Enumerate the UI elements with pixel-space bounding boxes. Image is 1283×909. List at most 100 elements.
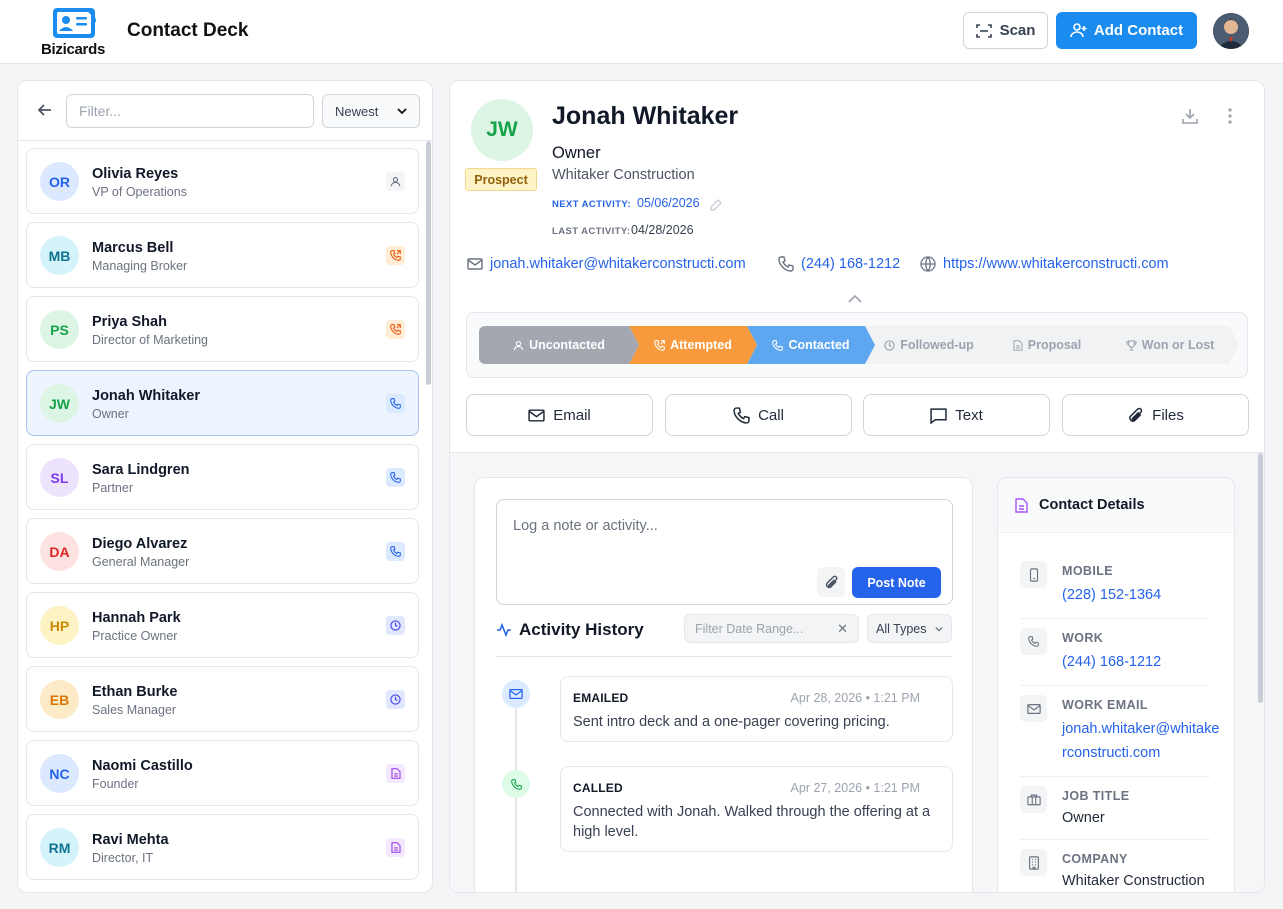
pipeline-stage-won-or-lost[interactable]: Won or Lost	[1101, 326, 1239, 364]
sort-select[interactable]: Newest	[322, 94, 420, 128]
phone-outgoing-icon	[386, 320, 405, 339]
email-button[interactable]: Email	[466, 394, 653, 436]
type-filter-value: All Types	[876, 621, 927, 636]
collapse-chevron-icon[interactable]	[848, 291, 862, 309]
list-scrollbar[interactable]	[426, 141, 431, 385]
edit-icon[interactable]	[710, 198, 722, 216]
profile-website-link[interactable]: https://www.whitakerconstructi.com	[920, 256, 1169, 272]
pipeline-stage-contacted[interactable]: Contacted	[747, 326, 875, 364]
pipeline-stage-attempted[interactable]: Attempted	[629, 326, 757, 364]
contact-list-item[interactable]: RM Ravi Mehta Director, IT	[26, 814, 419, 880]
pipeline-stage-uncontacted[interactable]: Uncontacted	[479, 326, 639, 364]
contact-name: Ethan Burke	[92, 684, 178, 700]
activity-item[interactable]: CALLED Apr 27, 2026 • 1:21 PM Connected …	[560, 766, 953, 852]
more-vertical-icon[interactable]	[1219, 105, 1241, 127]
profile-company: Whitaker Construction	[552, 167, 695, 183]
contact-avatar: EB	[40, 680, 79, 719]
pipeline-stages: Uncontacted Attempted Contacted Followed…	[466, 312, 1248, 378]
contact-avatar: RM	[40, 828, 79, 867]
contact-list-item[interactable]: EB Ethan Burke Sales Manager	[26, 666, 419, 732]
pipeline-stage-label: Proposal	[1027, 338, 1082, 352]
next-activity-date[interactable]: 05/06/2026	[637, 196, 700, 210]
document-icon	[386, 764, 405, 783]
last-activity-date: 04/28/2026	[631, 223, 694, 237]
contact-list-item[interactable]: JW Jonah Whitaker Owner	[26, 370, 419, 436]
detail-label: WORK EMAIL	[1062, 698, 1148, 712]
paperclip-icon	[825, 575, 837, 588]
detail-label: JOB TITLE	[1062, 789, 1130, 803]
detail-value: Owner	[1062, 810, 1105, 826]
detail-value[interactable]: (228) 152-1364	[1062, 583, 1222, 607]
contact-list-item[interactable]: PS Priya Shah Director of Marketing	[26, 296, 419, 362]
contact-avatar: PS	[40, 310, 79, 349]
contact-list-item[interactable]: OR Olivia Reyes VP of Operations	[26, 148, 419, 214]
logo-text: Bizicards	[41, 41, 105, 58]
add-contact-label: Add Contact	[1093, 22, 1184, 39]
document-icon	[386, 838, 405, 857]
clock-icon	[884, 340, 895, 351]
contact-list-item[interactable]: NC Naomi Castillo Founder	[26, 740, 419, 806]
scan-button[interactable]: Scan	[963, 12, 1048, 49]
post-note-button[interactable]: Post Note	[852, 567, 941, 598]
arrow-left-icon	[38, 104, 51, 116]
divider	[1020, 776, 1210, 777]
contact-avatar: JW	[40, 384, 79, 423]
activity-history-title: Activity History	[519, 620, 644, 639]
mobile-icon	[1020, 561, 1047, 588]
phone-icon	[386, 542, 405, 561]
files-button[interactable]: Files	[1062, 394, 1249, 436]
attach-button[interactable]	[817, 567, 845, 597]
activity-type: EMAILED	[573, 691, 629, 705]
contact-details-title: Contact Details	[1039, 497, 1145, 513]
download-icon[interactable]	[1179, 105, 1201, 127]
contact-list-item[interactable]: DA Diego Alvarez General Manager	[26, 518, 419, 584]
contact-name: Ravi Mehta	[92, 832, 169, 848]
phone-outgoing-icon	[386, 246, 405, 265]
scan-icon	[975, 23, 992, 38]
detail-value[interactable]: (244) 168-1212	[1062, 650, 1222, 674]
add-contact-button[interactable]: Add Contact	[1056, 12, 1197, 49]
scan-label: Scan	[999, 22, 1036, 39]
profile-avatar: JW	[471, 99, 533, 161]
logo-icon	[53, 8, 96, 38]
contact-role: Director of Marketing	[92, 333, 209, 347]
profile-title: Owner	[552, 144, 601, 162]
text-button[interactable]: Text	[863, 394, 1050, 436]
activity-item[interactable]: EMAILED Apr 28, 2026 • 1:21 PM Sent intr…	[560, 676, 953, 742]
divider	[1020, 685, 1210, 686]
message-icon	[930, 407, 947, 424]
contact-avatar: MB	[40, 236, 79, 275]
document-icon	[1013, 340, 1023, 351]
filter-input[interactable]: Filter...	[66, 94, 314, 128]
type-filter-select[interactable]: All Types	[867, 614, 952, 643]
detail-label: MOBILE	[1062, 564, 1114, 578]
phone-icon	[1020, 628, 1047, 655]
divider	[18, 140, 432, 141]
pipeline-stage-proposal[interactable]: Proposal	[983, 326, 1111, 364]
contact-list-item[interactable]: SL Sara Lindgren Partner	[26, 444, 419, 510]
profile-email-link[interactable]: jonah.whitaker@whitakerconstructi.com	[467, 256, 746, 272]
pipeline-stage-followed-up[interactable]: Followed-up	[865, 326, 993, 364]
contact-details-card: Contact Details MOBILE (228) 152-1364 WO…	[997, 477, 1235, 892]
back-button[interactable]	[34, 99, 56, 121]
call-button[interactable]: Call	[665, 394, 852, 436]
clear-icon[interactable]: ✕	[837, 621, 848, 637]
contact-list-item[interactable]: HP Hannah Park Practice Owner	[26, 592, 419, 658]
mail-icon	[528, 408, 545, 422]
contact-role: General Manager	[92, 555, 190, 569]
contact-details-header: Contact Details	[998, 478, 1234, 533]
activity-type: CALLED	[573, 781, 623, 795]
date-range-filter[interactable]: Filter Date Range... ✕	[684, 614, 859, 643]
user-avatar[interactable]	[1213, 13, 1249, 49]
note-composer[interactable]: Log a note or activity... Post Note	[496, 499, 953, 605]
detail-scrollbar[interactable]	[1258, 453, 1263, 703]
contact-list-item[interactable]: MB Marcus Bell Managing Broker	[26, 222, 419, 288]
mail-icon	[467, 258, 483, 270]
profile-phone-link[interactable]: (244) 168-1212	[778, 256, 900, 272]
detail-body: Log a note or activity... Post Note Acti…	[450, 452, 1264, 892]
activity-text: Connected with Jonah. Walked through the…	[573, 804, 931, 840]
clock-icon	[386, 690, 405, 709]
activity-text: Sent intro deck and a one-pager covering…	[573, 714, 890, 730]
detail-value[interactable]: jonah.whitaker@whitakerconstructi.com	[1062, 717, 1222, 765]
divider	[496, 656, 953, 657]
